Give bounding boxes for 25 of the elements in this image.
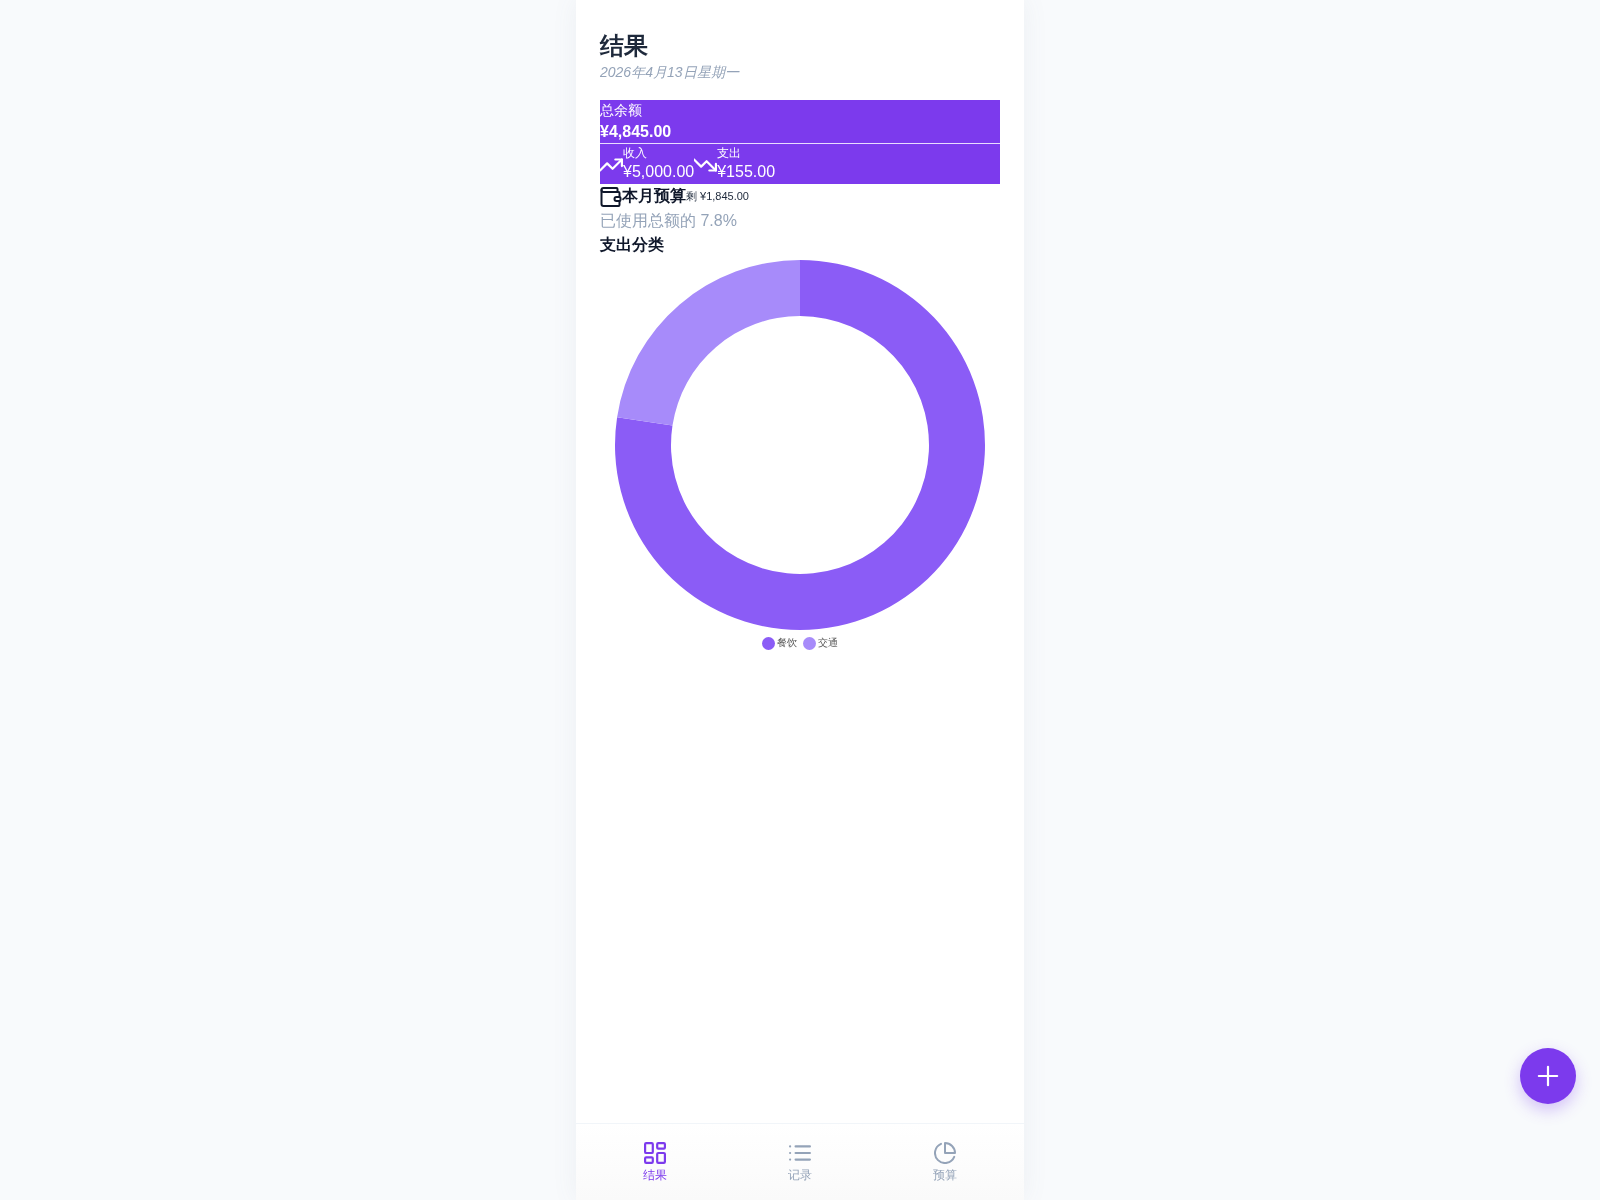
nav-tab[interactable]: 预算 <box>872 1124 1018 1200</box>
grid-icon <box>643 1142 666 1164</box>
flow-amount: ¥5,000.00 <box>623 161 695 182</box>
legend-label: 餐饮 <box>777 636 797 650</box>
trend-up-icon <box>600 158 623 172</box>
pie-chart-icon <box>934 1142 957 1164</box>
flow-label: 支出 <box>717 145 742 161</box>
list-icon <box>789 1142 811 1164</box>
page-title: 结果 <box>600 31 648 61</box>
legend-label: 交通 <box>818 636 838 650</box>
nav-tab[interactable]: 结果 <box>582 1124 728 1200</box>
balance-label: 总余额 <box>600 101 642 120</box>
budget-remaining: 剩 ¥1,845.00 <box>686 190 749 202</box>
balance-amount: ¥4,845.00 <box>600 122 672 142</box>
plus-icon <box>1537 1065 1559 1087</box>
section-title: 支出分类 <box>600 235 664 255</box>
wallet-icon <box>600 186 622 207</box>
flow-label: 收入 <box>623 145 647 161</box>
trend-down-icon <box>694 158 718 172</box>
flow-amount: ¥155.00 <box>717 161 776 182</box>
add-button[interactable] <box>1520 1048 1576 1104</box>
budget-usage-text: 已使用总额的 7.8% <box>600 211 737 231</box>
nav-tab[interactable]: 记录 <box>727 1124 873 1200</box>
date-text: 2026年4月13日星期一 <box>600 63 739 82</box>
budget-title: 本月预算 <box>622 186 686 206</box>
